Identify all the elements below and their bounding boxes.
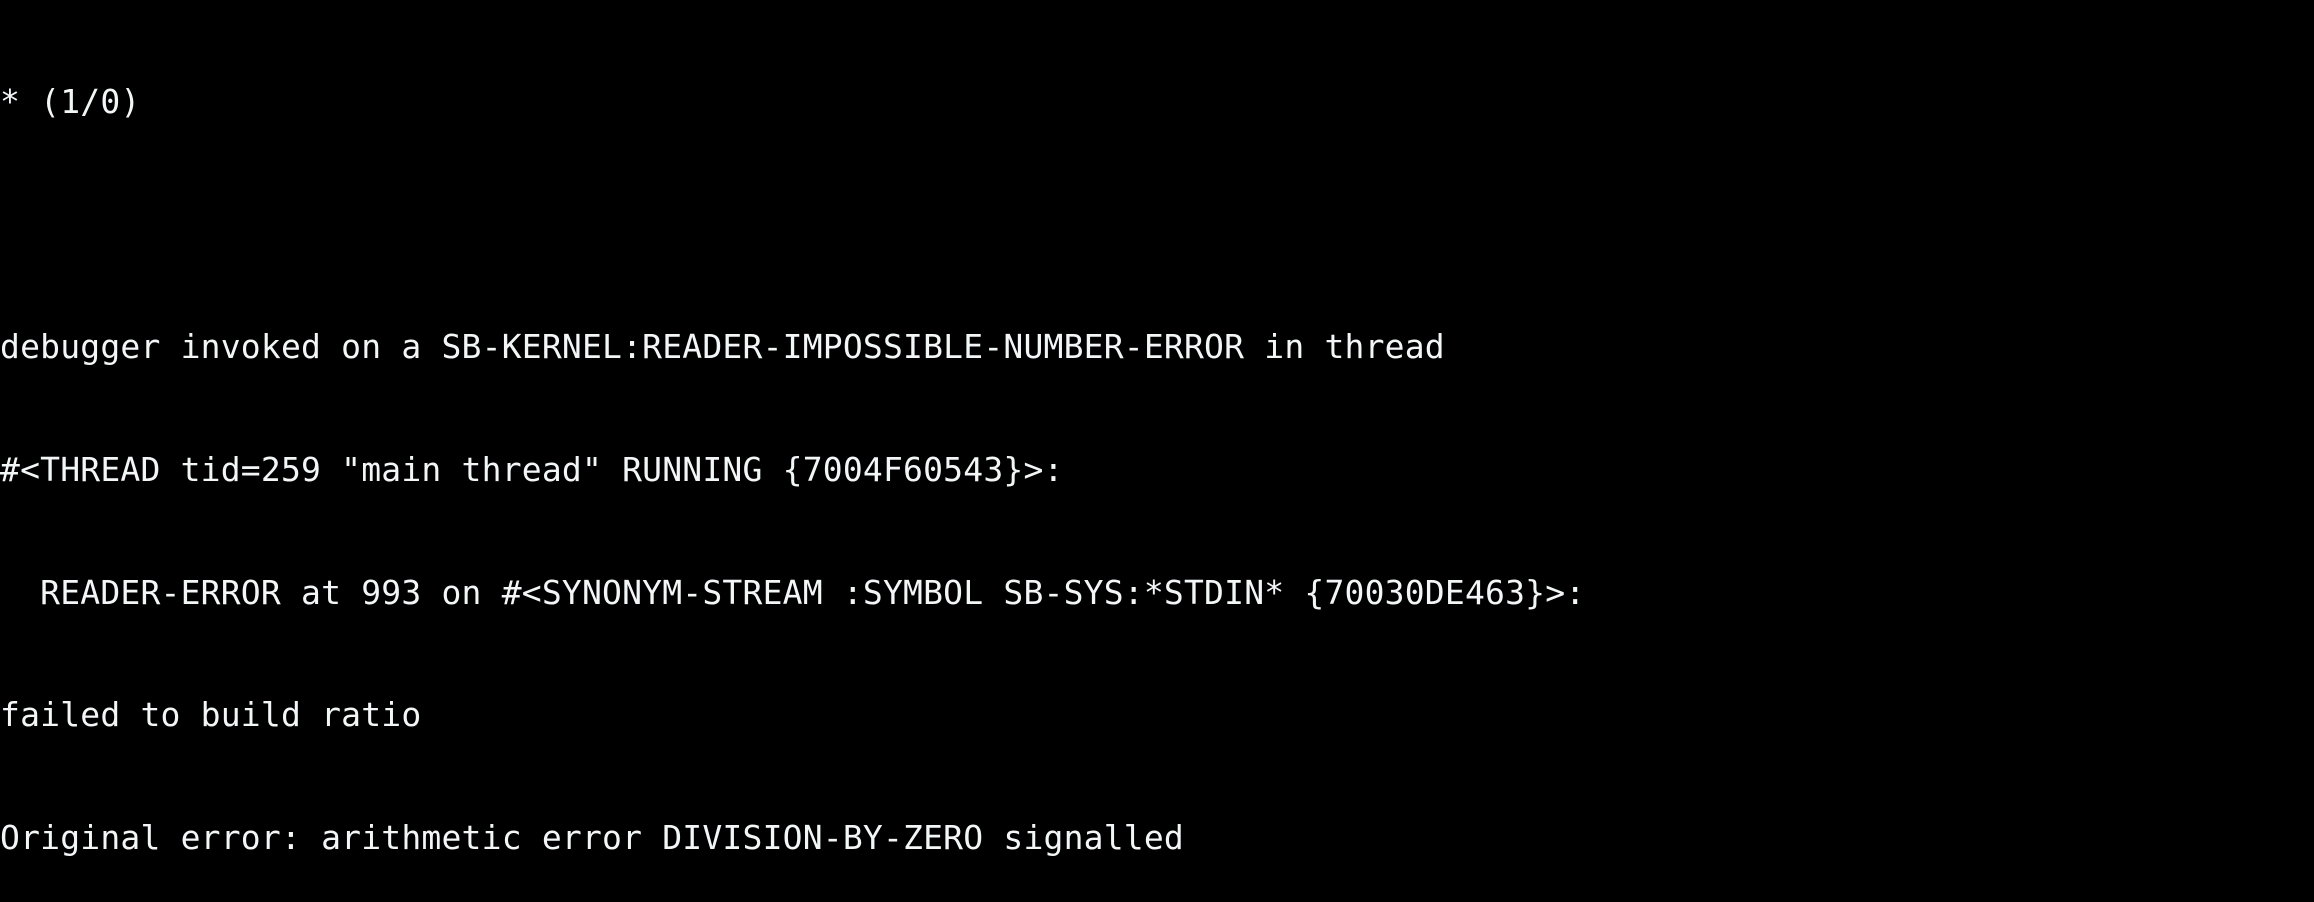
terminal-line: * (1/0) — [0, 82, 2314, 123]
terminal-line: failed to build ratio — [0, 695, 2314, 736]
terminal-line — [0, 205, 2314, 246]
terminal-line: READER-ERROR at 993 on #<SYNONYM-STREAM … — [0, 573, 2314, 614]
terminal-line: #<THREAD tid=259 "main thread" RUNNING {… — [0, 450, 2314, 491]
terminal-line: debugger invoked on a SB-KERNEL:READER-I… — [0, 327, 2314, 368]
terminal-output[interactable]: * (1/0) debugger invoked on a SB-KERNEL:… — [0, 0, 2314, 902]
terminal-line: Original error: arithmetic error DIVISIO… — [0, 818, 2314, 859]
